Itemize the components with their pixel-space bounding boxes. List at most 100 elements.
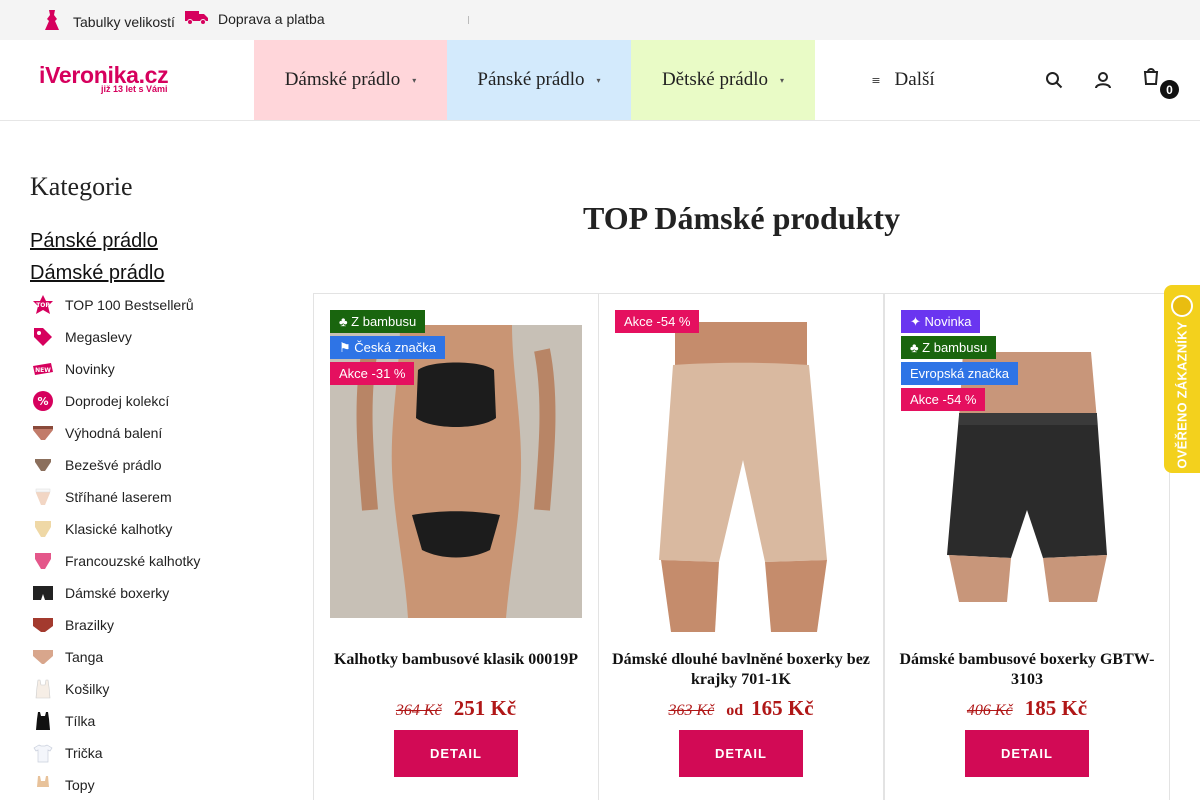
badge-sale: Akce -31 % bbox=[330, 362, 415, 385]
product-price: 406 Kč 185 Kč bbox=[885, 696, 1169, 721]
current-price: 165 Kč bbox=[751, 696, 814, 720]
nav-more[interactable]: ≡ Další bbox=[815, 40, 991, 120]
sidebar-item-vyhodna-baleni[interactable]: Výhodná balení bbox=[30, 417, 200, 449]
sidebar-item-tilka[interactable]: Tílka bbox=[30, 705, 200, 737]
sidebar-title: Kategorie bbox=[30, 172, 133, 201]
shipping-label: Doprava a platba bbox=[218, 10, 325, 27]
product-price: 364 Kč 251 Kč bbox=[314, 696, 598, 721]
old-price: 363 Kč bbox=[668, 702, 715, 719]
verified-seal-icon bbox=[1171, 295, 1193, 317]
product-card[interactable]: ♣ Z bambusu ⚑ Česká značka Akce -31 % Ka… bbox=[313, 293, 599, 800]
sidebar-item-megaslevy[interactable]: Megaslevy bbox=[30, 321, 200, 353]
product-card[interactable]: ✦ Novinka ♣ Z bambusu Evropská značka Ak… bbox=[884, 293, 1170, 800]
product-badges: Akce -54 % bbox=[615, 310, 700, 336]
chevron-down-icon: ▾ bbox=[596, 75, 601, 85]
sidebar-item-label: Tílka bbox=[65, 713, 96, 729]
sidebar-item-label: Francouzské kalhotky bbox=[65, 553, 201, 569]
brazilian-icon bbox=[30, 614, 56, 636]
product-name[interactable]: Kalhotky bambusové klasik 00019P bbox=[322, 650, 590, 670]
percent-icon: % bbox=[30, 390, 56, 412]
badge-czech-brand: ⚑ Česká značka bbox=[330, 336, 445, 359]
sidebar-item-brazilky[interactable]: Brazilky bbox=[30, 609, 200, 641]
sidebar-item-laser[interactable]: Stříhané laserem bbox=[30, 481, 200, 513]
sidebar-item-label: Novinky bbox=[65, 361, 115, 377]
menu-icon: ≡ bbox=[871, 73, 881, 87]
sidebar-link-womens[interactable]: Dámské prádlo bbox=[30, 262, 165, 285]
sidebar-item-label: Trička bbox=[65, 745, 103, 761]
svg-text:NEW: NEW bbox=[35, 367, 51, 374]
sidebar-link-mens[interactable]: Pánské prádlo bbox=[30, 230, 158, 253]
sidebar-item-topy[interactable]: Topy bbox=[30, 769, 200, 800]
product-name[interactable]: Dámské dlouhé bavlněné boxerky bez krajk… bbox=[607, 650, 875, 690]
nav-mens-underwear[interactable]: Pánské prádlo ▾ bbox=[447, 40, 631, 120]
divider bbox=[468, 16, 471, 24]
sidebar-item-label: Brazilky bbox=[65, 617, 115, 633]
badge-european-brand: Evropská značka bbox=[901, 362, 1018, 385]
briefs-icon bbox=[30, 422, 56, 444]
verified-by-customers-tab[interactable]: OVĚŘENO ZÁKAZNÍKY bbox=[1164, 285, 1200, 473]
sidebar-item-tricka[interactable]: Trička bbox=[30, 737, 200, 769]
product-badges: ♣ Z bambusu ⚑ Česká značka Akce -31 % bbox=[330, 310, 445, 388]
sidebar-item-label: Tanga bbox=[65, 649, 104, 665]
sidebar-item-label: Košilky bbox=[65, 681, 110, 697]
top-bar: Tabulky velikostí Doprava a platba bbox=[0, 0, 1200, 40]
user-icon[interactable] bbox=[1092, 68, 1114, 92]
svg-text:%: % bbox=[37, 395, 48, 408]
nav-label: Dětské prádlo bbox=[661, 69, 769, 90]
search-icon[interactable] bbox=[1043, 68, 1065, 92]
sidebar-category-list: TOP TOP 100 Bestsellerů Megaslevy NEW No… bbox=[30, 289, 200, 800]
logo[interactable]: iVeronika.cz již 13 let s Vámi bbox=[39, 64, 169, 95]
header: iVeronika.cz již 13 let s Vámi Dámské pr… bbox=[0, 40, 1200, 121]
old-price: 364 Kč bbox=[395, 702, 442, 719]
detail-button[interactable]: DETAIL bbox=[394, 730, 518, 777]
badge-bamboo: ♣ Z bambusu bbox=[330, 310, 426, 333]
size-tables-link[interactable]: Tabulky velikostí bbox=[40, 8, 175, 35]
product-image[interactable] bbox=[615, 310, 867, 632]
top-icon: TOP bbox=[30, 294, 56, 316]
nav-label: Pánské prádlo bbox=[477, 69, 585, 90]
seamless-icon bbox=[30, 454, 56, 476]
sidebar-item-label: Dámské boxerky bbox=[65, 585, 170, 601]
boxers-icon bbox=[30, 582, 56, 604]
sidebar-item-bezesve[interactable]: Bezešvé prádlo bbox=[30, 449, 200, 481]
current-price: 251 Kč bbox=[453, 696, 517, 720]
thong-icon bbox=[30, 646, 56, 668]
sidebar-item-label: Výhodná balení bbox=[65, 425, 163, 441]
nav-womens-underwear[interactable]: Dámské prádlo ▾ bbox=[254, 40, 447, 120]
sidebar-item-novinky[interactable]: NEW Novinky bbox=[30, 353, 200, 385]
sidebar-item-label: TOP 100 Bestsellerů bbox=[65, 297, 194, 313]
price-prefix: od bbox=[726, 702, 744, 719]
sidebar-item-klasicke[interactable]: Klasické kalhotky bbox=[30, 513, 200, 545]
logo-tagline: již 13 let s Vámi bbox=[101, 84, 168, 94]
sidebar-item-francouzske[interactable]: Francouzské kalhotky bbox=[30, 545, 200, 577]
nav-kids-underwear[interactable]: Dětské prádlo ▾ bbox=[631, 40, 815, 120]
sidebar-item-tanga[interactable]: Tanga bbox=[30, 641, 200, 673]
nav-label: Další bbox=[894, 69, 935, 90]
cart-icon[interactable] bbox=[1140, 64, 1162, 88]
top-garment-icon bbox=[30, 774, 56, 796]
sidebar-item-doprodej[interactable]: % Doprodej kolekcí bbox=[30, 385, 200, 417]
sidebar-item-label: Klasické kalhotky bbox=[65, 521, 173, 537]
svg-text:TOP: TOP bbox=[36, 302, 50, 309]
badge-sale: Akce -54 % bbox=[901, 388, 986, 411]
verified-label: OVĚŘENO ZÁKAZNÍKY bbox=[1174, 321, 1190, 469]
chevron-down-icon: ▾ bbox=[780, 75, 785, 85]
product-card[interactable]: Akce -54 % Dámské dlouhé bavlněné boxerk… bbox=[598, 293, 884, 800]
sidebar-item-label: Stříhané laserem bbox=[65, 489, 172, 505]
sidebar-item-label: Megaslevy bbox=[65, 329, 132, 345]
camisole-icon bbox=[30, 678, 56, 700]
sidebar-item-label: Bezešvé prádlo bbox=[65, 457, 162, 473]
sidebar-item-kosilky[interactable]: Košilky bbox=[30, 673, 200, 705]
sidebar-item-top100[interactable]: TOP TOP 100 Bestsellerů bbox=[30, 289, 200, 321]
detail-button[interactable]: DETAIL bbox=[965, 730, 1089, 777]
sidebar-item-label: Topy bbox=[65, 777, 95, 793]
sidebar-item-boxerky[interactable]: Dámské boxerky bbox=[30, 577, 200, 609]
product-name[interactable]: Dámské bambusové boxerky GBTW-3103 bbox=[893, 650, 1161, 690]
shipping-link[interactable]: Doprava a platba bbox=[185, 8, 325, 29]
badge-sale: Akce -54 % bbox=[615, 310, 700, 333]
detail-button[interactable]: DETAIL bbox=[679, 730, 803, 777]
current-price: 185 Kč bbox=[1024, 696, 1088, 720]
tshirt-icon bbox=[30, 742, 56, 764]
new-icon: NEW bbox=[30, 358, 56, 380]
page-title: TOP Dámské produkty bbox=[582, 200, 901, 236]
